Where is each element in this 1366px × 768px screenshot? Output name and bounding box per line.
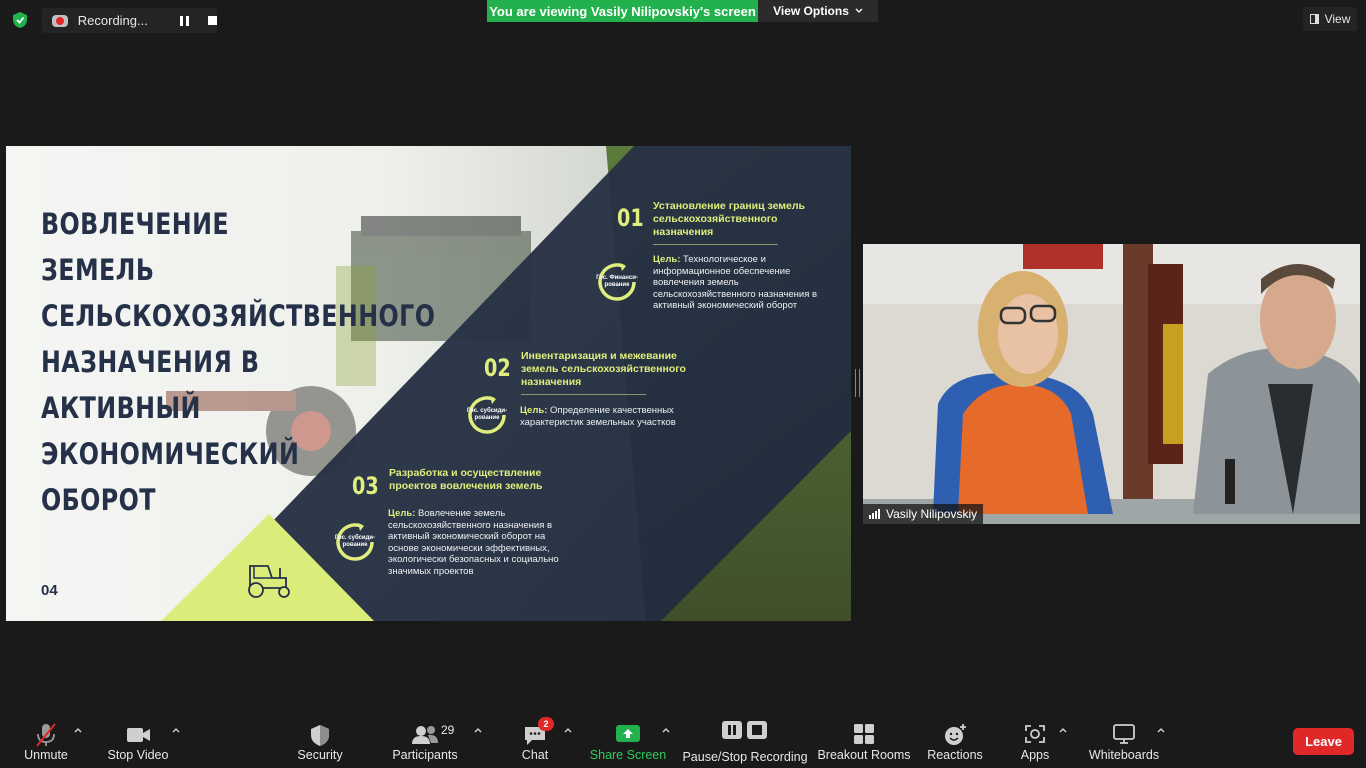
pause-stop-recording-label: Pause/Stop Recording bbox=[682, 750, 808, 764]
circle-label: Гос. Финанси-рование bbox=[596, 275, 638, 288]
security-button[interactable]: Security bbox=[294, 718, 346, 766]
view-options-button[interactable]: View Options bbox=[758, 0, 878, 22]
item-goal-02: Цель: Определение качественных характери… bbox=[520, 405, 695, 428]
goal-label: Цель: bbox=[653, 254, 681, 265]
recording-icon bbox=[52, 14, 68, 27]
chevron-up-icon[interactable] bbox=[563, 725, 573, 735]
item-heading-03: Разработка и осуществление проектов вовл… bbox=[389, 467, 543, 492]
participants-label: Participants bbox=[392, 748, 458, 762]
chevron-up-icon[interactable] bbox=[1156, 725, 1166, 735]
unmute-label: Unmute bbox=[24, 748, 68, 762]
pause-stop-recording-icon bbox=[722, 721, 767, 739]
view-layout-icon bbox=[1309, 14, 1319, 24]
recording-indicator: Recording... bbox=[42, 8, 217, 33]
item-heading-01: Установление границ земель сельскохозяйс… bbox=[653, 200, 805, 238]
stop-recording-icon[interactable] bbox=[208, 16, 217, 25]
recording-label: Recording... bbox=[77, 13, 148, 28]
smiley-plus-icon bbox=[945, 724, 966, 745]
leave-button[interactable]: Leave bbox=[1293, 728, 1354, 755]
apps-button[interactable]: Apps bbox=[1018, 718, 1052, 766]
view-label: View bbox=[1324, 12, 1351, 26]
circle-label: Гос. субсиди-рование bbox=[466, 408, 508, 421]
view-options-label: View Options bbox=[773, 4, 849, 18]
video-camera-icon bbox=[127, 728, 150, 742]
share-screen-button[interactable]: Share Screen bbox=[589, 718, 667, 766]
video-frame bbox=[863, 244, 1360, 524]
view-button[interactable]: View bbox=[1303, 7, 1357, 31]
item-heading-02: Инвентаризация и межевание земель сельск… bbox=[521, 350, 686, 388]
reactions-label: Reactions bbox=[927, 748, 983, 762]
item-goal-01: Цель: Технологическое и информационное о… bbox=[653, 254, 823, 312]
stop-video-label: Stop Video bbox=[107, 748, 169, 762]
share-screen-icon bbox=[616, 725, 640, 742]
chevron-down-icon bbox=[855, 8, 863, 13]
chevron-up-icon[interactable] bbox=[73, 725, 83, 735]
shared-screen-slide: Вовлечение земель сельскохозяйственного … bbox=[6, 146, 851, 621]
item-goal-03: Цель: Вовлечение земель сельскохозяйстве… bbox=[388, 508, 573, 577]
security-label: Security bbox=[297, 748, 343, 762]
item-number-01: 01 bbox=[617, 204, 644, 232]
circle-label: Гос. субсиди-рование bbox=[334, 535, 376, 548]
microphone-muted-icon bbox=[36, 723, 56, 747]
chat-unread-badge: 2 bbox=[538, 717, 554, 731]
slide-page-number: 04 bbox=[41, 582, 58, 599]
participant-video[interactable]: Vasily Nilipovskiy bbox=[863, 244, 1360, 524]
chat-label: Chat bbox=[521, 748, 549, 762]
breakout-rooms-button[interactable]: Breakout Rooms bbox=[817, 718, 911, 766]
share-screen-label: Share Screen bbox=[589, 748, 667, 762]
whiteboards-label: Whiteboards bbox=[1088, 748, 1160, 762]
chevron-up-icon[interactable] bbox=[473, 725, 483, 735]
circle-badge-03: Гос. субсиди-рование bbox=[332, 519, 378, 565]
unmute-button[interactable]: Unmute bbox=[22, 718, 70, 766]
security-shield-icon[interactable] bbox=[10, 10, 30, 30]
item-number-03: 03 bbox=[352, 472, 379, 500]
item-divider bbox=[653, 244, 778, 245]
reactions-button[interactable]: Reactions bbox=[927, 718, 983, 766]
chevron-up-icon[interactable] bbox=[1058, 725, 1068, 735]
breakout-rooms-icon bbox=[854, 724, 874, 744]
split-view-drag-handle[interactable] bbox=[855, 369, 860, 397]
whiteboards-button[interactable]: Whiteboards bbox=[1088, 718, 1160, 766]
item-number-02: 02 bbox=[484, 354, 511, 382]
goal-label: Цель: bbox=[520, 405, 548, 416]
viewing-screen-banner: You are viewing Vasily Nilipovskiy's scr… bbox=[487, 0, 758, 22]
apps-label: Apps bbox=[1020, 748, 1050, 762]
shield-icon bbox=[311, 725, 329, 746]
pause-stop-recording-button[interactable]: Pause/Stop Recording bbox=[682, 718, 808, 766]
pause-recording-icon[interactable] bbox=[180, 15, 190, 26]
chevron-up-icon[interactable] bbox=[171, 725, 181, 735]
circle-badge-01: Гос. Финанси-рование bbox=[594, 259, 640, 305]
participants-icon bbox=[412, 726, 438, 744]
stop-video-button[interactable]: Stop Video bbox=[106, 718, 170, 766]
participants-count: 29 bbox=[441, 723, 455, 737]
goal-label: Цель: bbox=[388, 508, 416, 519]
signal-strength-icon bbox=[869, 509, 880, 519]
circle-badge-02: Гос. субсиди-рование bbox=[464, 392, 510, 438]
participant-name: Vasily Nilipovskiy bbox=[886, 507, 978, 521]
participant-name-tag: Vasily Nilipovskiy bbox=[863, 504, 984, 524]
whiteboard-icon bbox=[1113, 724, 1135, 744]
item-divider bbox=[521, 394, 646, 395]
slide-title: Вовлечение земель сельскохозяйственного … bbox=[41, 207, 436, 517]
breakout-rooms-label: Breakout Rooms bbox=[817, 748, 911, 762]
chevron-up-icon[interactable] bbox=[661, 725, 671, 735]
apps-icon bbox=[1025, 725, 1045, 743]
tractor-icon bbox=[248, 565, 290, 598]
